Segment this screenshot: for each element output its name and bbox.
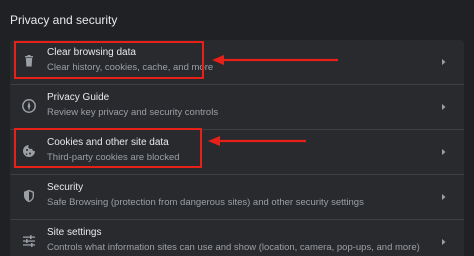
- chevron-right-icon: [439, 101, 449, 113]
- row-title: Security: [47, 182, 84, 193]
- security-row[interactable]: Security Safe Browsing (protection from …: [10, 175, 464, 219]
- row-subtitle: Controls what information sites can use …: [47, 242, 420, 253]
- privacy-guide-row[interactable]: Privacy Guide Review key privacy and sec…: [10, 85, 464, 129]
- site-settings-row[interactable]: Site settings Controls what information …: [10, 220, 464, 256]
- row-subtitle: Safe Browsing (protection from dangerous…: [47, 197, 364, 208]
- privacy-guide-icon: [21, 98, 37, 114]
- chevron-right-icon: [439, 236, 449, 248]
- row-subtitle: Review key privacy and security controls: [47, 107, 219, 118]
- annotation-highlight-box: [14, 41, 204, 79]
- chevron-right-icon: [439, 146, 449, 158]
- row-title: Site settings: [47, 227, 102, 238]
- chevron-right-icon: [439, 56, 449, 68]
- privacy-security-page: Privacy and security Clear browsing data…: [0, 0, 474, 256]
- annotation-arrow: [212, 55, 338, 65]
- annotation-highlight-box: [14, 128, 202, 168]
- row-title: Privacy Guide: [47, 92, 110, 103]
- chevron-right-icon: [439, 191, 449, 203]
- sliders-icon: [21, 233, 37, 249]
- annotation-arrow: [208, 136, 306, 146]
- section-title: Privacy and security: [10, 13, 118, 27]
- shield-icon: [21, 188, 37, 204]
